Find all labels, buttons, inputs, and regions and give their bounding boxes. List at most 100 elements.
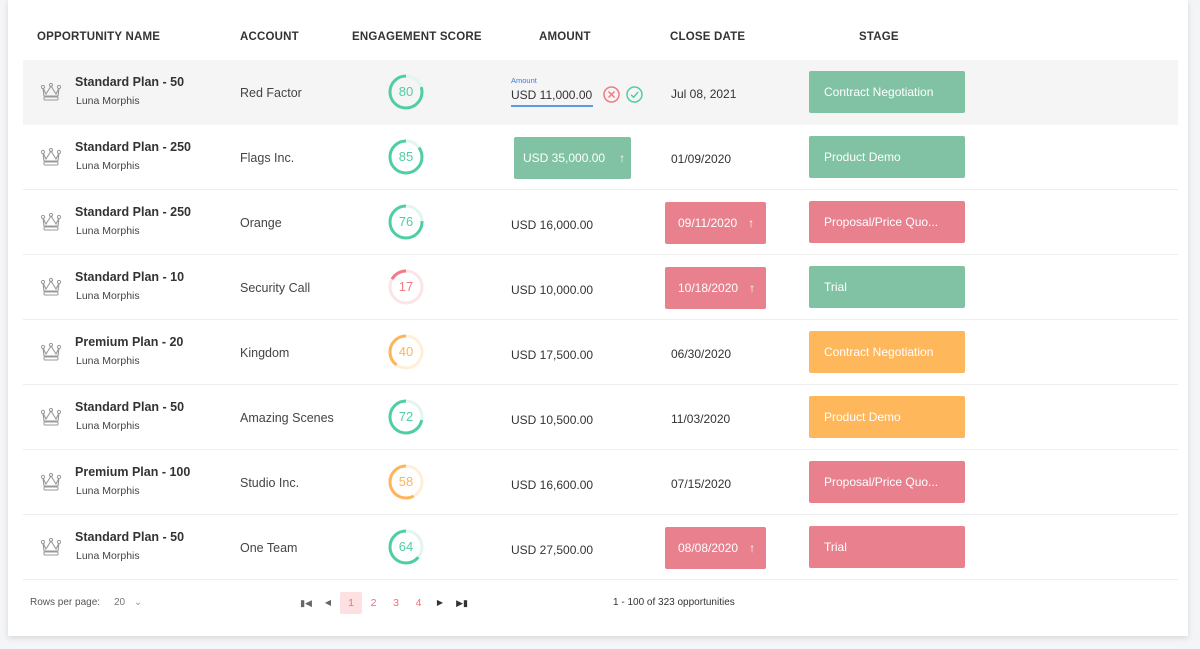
engagement-score-ring: 17 [387, 268, 425, 306]
amount-cell-highlighted[interactable]: USD 35,000.00 ↑ [514, 137, 631, 179]
crown-icon [40, 537, 62, 557]
opportunity-name[interactable]: Premium Plan - 20 [75, 335, 183, 349]
account-name: Kingdom [240, 346, 290, 360]
account-name: Flags Inc. [240, 151, 295, 165]
arrow-up-icon: ↑ [749, 541, 756, 555]
close-date-value: Jul 08, 2021 [671, 87, 737, 101]
crown-icon [40, 212, 62, 232]
table-row[interactable]: Standard Plan - 50 Luna Morphis One Team… [23, 515, 1178, 580]
opportunity-name[interactable]: Standard Plan - 10 [75, 270, 184, 284]
engagement-score-value: 64 [398, 539, 414, 554]
account-name: Amazing Scenes [240, 411, 334, 425]
engagement-score-value: 80 [398, 84, 414, 99]
page-2-button[interactable]: 2 [363, 592, 385, 614]
header-engagement-score[interactable]: ENGAGEMENT SCORE [352, 31, 482, 43]
stage-badge[interactable]: Proposal/Price Quo... [809, 201, 965, 243]
table-row[interactable]: Standard Plan - 250 Luna Morphis Orange … [23, 190, 1178, 255]
engagement-score-ring: 64 [387, 528, 425, 566]
opportunity-owner: Luna Morphis [76, 550, 140, 562]
arrow-up-icon: ↑ [619, 151, 626, 165]
opportunity-name[interactable]: Standard Plan - 250 [75, 140, 191, 154]
close-date-value: 10/18/2020 [678, 281, 739, 295]
opportunity-owner: Luna Morphis [76, 290, 140, 302]
amount-value: USD 16,000.00 [511, 218, 594, 232]
page-4-button[interactable]: 4 [408, 592, 430, 614]
opportunity-owner: Luna Morphis [76, 225, 140, 237]
close-date-cell-highlighted[interactable]: 08/08/2020 ↑ [665, 527, 766, 569]
engagement-score-value: 85 [398, 149, 414, 164]
opportunity-owner: Luna Morphis [76, 95, 140, 107]
amount-value: USD 16,600.00 [511, 478, 594, 492]
close-date-value: 06/30/2020 [671, 347, 732, 361]
header-amount[interactable]: AMOUNT [539, 31, 591, 43]
header-stage[interactable]: STAGE [859, 31, 899, 43]
opportunity-name[interactable]: Standard Plan - 50 [75, 400, 184, 414]
engagement-score-value: 17 [398, 279, 414, 294]
arrow-up-icon: ↑ [748, 216, 755, 230]
engagement-score-ring: 40 [387, 333, 425, 371]
engagement-score-ring: 76 [387, 203, 425, 241]
header-account[interactable]: ACCOUNT [240, 31, 299, 43]
amount-value: USD 35,000.00 [523, 151, 606, 165]
close-date-value: 09/11/2020 [678, 216, 738, 230]
close-date-cell-highlighted[interactable]: 10/18/2020 ↑ [665, 267, 766, 309]
confirm-icon[interactable] [626, 86, 643, 103]
engagement-score-ring: 80 [387, 73, 425, 111]
close-date-value: 01/09/2020 [671, 152, 732, 166]
table-row[interactable]: Standard Plan - 250 Luna Morphis Flags I… [23, 125, 1178, 190]
rows-per-page-value: 20 [114, 597, 126, 608]
next-page-icon[interactable]: ▶ [434, 592, 446, 614]
stage-badge[interactable]: Trial [809, 266, 965, 308]
header-close-date[interactable]: CLOSE DATE [670, 31, 745, 43]
table-row[interactable]: Premium Plan - 20 Luna Morphis Kingdom 4… [23, 320, 1178, 385]
opportunity-owner: Luna Morphis [76, 355, 140, 367]
opportunity-owner: Luna Morphis [76, 485, 140, 497]
stage-badge[interactable]: Product Demo [809, 136, 965, 178]
header-opportunity-name[interactable]: OPPORTUNITY NAME [37, 31, 160, 43]
amount-value: USD 27,500.00 [511, 543, 594, 557]
cancel-icon[interactable] [603, 86, 620, 103]
crown-icon [40, 277, 62, 297]
amount-edit-field[interactable]: Amount USD 11,000.00 [511, 76, 593, 107]
rows-per-page-select[interactable]: 20 ⌄ [114, 597, 142, 608]
crown-icon [40, 472, 62, 492]
stage-badge[interactable]: Contract Negotiation [809, 71, 965, 113]
page-3-button[interactable]: 3 [385, 592, 407, 614]
engagement-score-ring: 72 [387, 398, 425, 436]
table-row[interactable]: Standard Plan - 10 Luna Morphis Security… [23, 255, 1178, 320]
first-page-icon[interactable]: ▮◀ [300, 592, 312, 614]
amount-input[interactable]: USD 11,000.00 [511, 85, 593, 107]
amount-field-label: Amount [511, 76, 537, 85]
table-row[interactable]: Standard Plan - 50 Luna Morphis Amazing … [23, 385, 1178, 450]
amount-value: USD 10,500.00 [511, 413, 594, 427]
stage-badge[interactable]: Trial [809, 526, 965, 568]
engagement-score-ring: 58 [387, 463, 425, 501]
engagement-score-value: 58 [398, 474, 414, 489]
rows-per-page-label: Rows per page: [30, 597, 101, 608]
opportunity-name[interactable]: Standard Plan - 50 [75, 530, 184, 544]
stage-badge[interactable]: Product Demo [809, 396, 965, 438]
close-date-cell-highlighted[interactable]: 09/11/2020 ↑ [665, 202, 766, 244]
close-date-value: 07/15/2020 [671, 477, 732, 491]
crown-icon [40, 147, 62, 167]
arrow-up-icon: ↑ [749, 281, 756, 295]
opportunity-owner: Luna Morphis [76, 420, 140, 432]
engagement-score-value: 72 [398, 409, 414, 424]
account-name: Security Call [240, 281, 311, 295]
chevron-down-icon: ⌄ [133, 597, 143, 608]
opportunity-name[interactable]: Standard Plan - 250 [75, 205, 191, 219]
page-1-button[interactable]: 1 [340, 592, 362, 614]
stage-badge[interactable]: Proposal/Price Quo... [809, 461, 965, 503]
last-page-icon[interactable]: ▶▮ [455, 592, 469, 614]
stage-badge[interactable]: Contract Negotiation [809, 331, 965, 373]
crown-icon [40, 82, 62, 102]
table-row[interactable]: Standard Plan - 50 Luna Morphis Red Fact… [23, 60, 1178, 125]
prev-page-icon[interactable]: ◀ [322, 592, 334, 614]
amount-value: USD 17,500.00 [511, 348, 594, 362]
opportunity-name[interactable]: Premium Plan - 100 [75, 465, 190, 479]
opportunity-name[interactable]: Standard Plan - 50 [75, 75, 184, 89]
engagement-score-ring: 85 [387, 138, 425, 176]
opportunity-owner: Luna Morphis [76, 160, 140, 172]
table-row[interactable]: Premium Plan - 100 Luna Morphis Studio I… [23, 450, 1178, 515]
account-name: One Team [240, 541, 298, 555]
